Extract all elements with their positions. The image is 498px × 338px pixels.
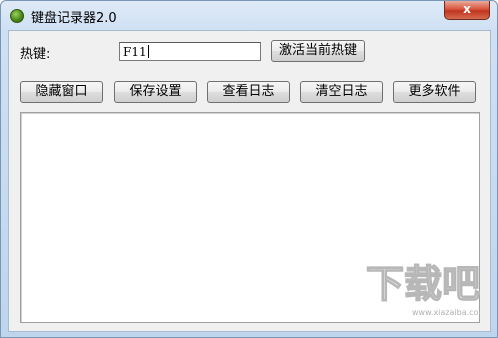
clear-log-button[interactable]: 清空日志	[300, 81, 383, 103]
app-window: 键盘记录器2.0 x 热键: F11 激活当前热键 隐藏窗口 保存设置 查看日志…	[0, 0, 498, 338]
log-textarea[interactable]	[20, 112, 480, 323]
title-bar[interactable]: 键盘记录器2.0 x	[1, 1, 497, 30]
hotkey-value: F11	[123, 45, 147, 59]
close-button[interactable]: x	[444, 1, 490, 20]
window-title: 键盘记录器2.0	[31, 11, 117, 26]
client-area: 热键: F11 激活当前热键 隐藏窗口 保存设置 查看日志 清空日志 更多软件	[8, 30, 491, 332]
hide-window-button[interactable]: 隐藏窗口	[20, 81, 103, 103]
hotkey-label: 热键:	[20, 47, 51, 62]
app-logo-icon	[10, 9, 24, 23]
more-software-button[interactable]: 更多软件	[393, 81, 476, 103]
save-settings-button[interactable]: 保存设置	[114, 81, 197, 103]
text-caret	[147, 45, 149, 58]
view-log-button[interactable]: 查看日志	[207, 81, 290, 103]
hotkey-input[interactable]: F11	[119, 42, 261, 61]
activate-hotkey-button[interactable]: 激活当前热键	[271, 40, 365, 62]
